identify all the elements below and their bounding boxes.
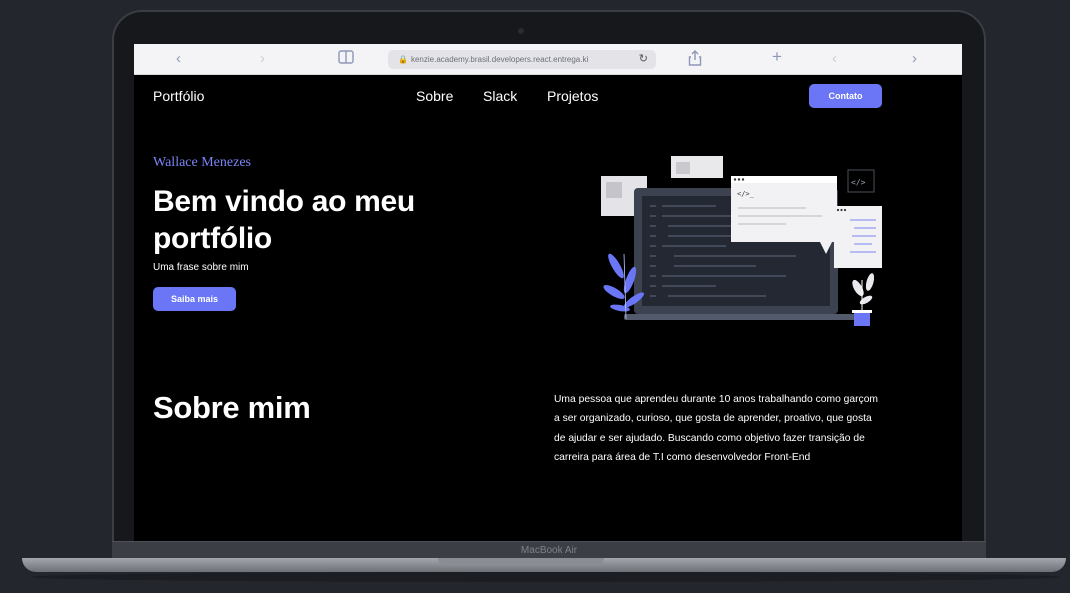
svg-text:</>_: </>_ [737, 190, 755, 198]
author-name: Wallace Menezes [153, 155, 251, 170]
nav-brand[interactable]: Portfólio [153, 88, 204, 104]
plus-icon[interactable]: + [772, 48, 782, 66]
sidebar-icon[interactable] [338, 50, 354, 69]
laptop-mockup: ‹ › 🔒 kenzie.academy.brasil.developers.re… [0, 0, 1070, 593]
nav-link-projetos[interactable]: Projetos [547, 88, 598, 104]
reload-icon[interactable]: ↻ [639, 50, 648, 69]
laptop-notch [438, 558, 604, 566]
url-text: kenzie.academy.brasil.developers.react.e… [410, 55, 589, 64]
lock-icon: 🔒 [398, 55, 408, 64]
hero-subtitle: Uma frase sobre mim [153, 262, 249, 273]
laptop-shadow [30, 572, 1060, 582]
svg-text:</>: </> [851, 178, 866, 187]
share-icon[interactable] [688, 50, 702, 71]
saiba-mais-button[interactable]: Saiba mais [153, 287, 236, 311]
device-label: MacBook Air [520, 545, 578, 556]
developer-illustration: </>_ </> [601, 156, 882, 326]
nav-link-slack[interactable]: Slack [483, 88, 517, 104]
chevron-left-icon[interactable]: ‹ [176, 50, 181, 68]
about-text: Uma pessoa que aprendeu durante 10 anos … [554, 394, 878, 463]
chevron-right-icon[interactable]: › [912, 50, 917, 68]
hero-title: Bem vindo ao meu portfólio [153, 185, 415, 255]
address-bar[interactable]: 🔒 kenzie.academy.brasil.developers.react.… [388, 50, 656, 69]
about-title: Sobre mim [153, 390, 311, 425]
chevron-right-icon[interactable]: › [260, 50, 265, 68]
browser-toolbar: ‹ › 🔒 kenzie.academy.brasil.developers.re… [134, 44, 962, 75]
nav-link-sobre[interactable]: Sobre [416, 88, 453, 104]
browser-screen: ‹ › 🔒 kenzie.academy.brasil.developers.re… [134, 44, 962, 544]
contact-button[interactable]: Contato [809, 84, 882, 108]
camera-icon [518, 28, 524, 34]
chevron-left-icon[interactable]: ‹ [832, 50, 837, 68]
